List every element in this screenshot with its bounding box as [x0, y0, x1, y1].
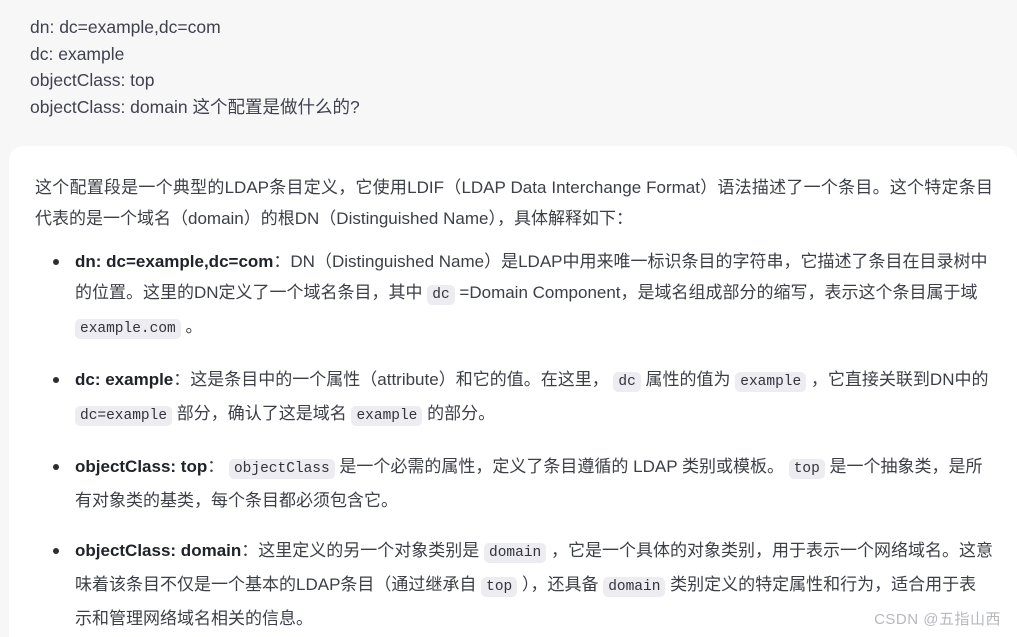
bullet-2-lead: dc: example	[75, 370, 174, 389]
bullet-2-code3: dc=example	[75, 406, 173, 426]
bullet-1-code1: dc	[427, 285, 455, 305]
page-root: dn: dc=example,dc=com dc: example object…	[0, 0, 1017, 637]
list-item: dn: dc=example,dc=com：DN（Distinguished N…	[53, 246, 993, 345]
bullet-2-seg5: 的部分。	[422, 404, 496, 423]
bullet-3-seg1: ：	[207, 457, 229, 476]
answer-intro-paragraph: 这个配置段是一个典型的LDAP条目定义，它使用LDIF（LDAP Data In…	[35, 178, 993, 228]
question-line-4: objectClass: domain 这个配置是做什么的?	[30, 96, 360, 117]
csdn-watermark: CSDN @五指山西	[874, 611, 1001, 628]
bullet-3-code2: top	[788, 459, 825, 479]
bullet-1-seg2: =Domain Component，是域名组成部分的缩写，表示这个条目属于域	[454, 283, 978, 302]
bullet-4-lead: objectClass: domain	[75, 541, 242, 560]
bullet-4-code3: domain	[603, 577, 666, 597]
bullet-4-code1: domain	[484, 543, 547, 563]
bullet-3-seg2: 是一个必需的属性，定义了条目遵循的 LDAP 类别或模板。	[334, 457, 789, 476]
answer-body: 这个配置段是一个典型的LDAP条目定义，它使用LDIF（LDAP Data In…	[35, 172, 993, 634]
bullet-4-seg1: ：这里定义的另一个对象类别是	[241, 541, 484, 560]
bullet-1-code2: example.com	[75, 319, 181, 339]
assistant-answer-card: 这个配置段是一个典型的LDAP条目定义，它使用LDIF（LDAP Data In…	[9, 146, 1017, 637]
bullet-4-seg3: ），还具备	[517, 575, 604, 594]
bullet-2-code4: example	[351, 406, 423, 426]
list-item: objectClass: domain：这里定义的另一个对象类别是 domain…	[53, 535, 993, 634]
bullet-2-code2: example	[735, 372, 807, 392]
bullet-3-lead: objectClass: top	[75, 457, 208, 476]
bullet-2-code1: dc	[613, 372, 641, 392]
bullet-1-lead: dn: dc=example,dc=com	[75, 252, 274, 271]
bullet-2-seg3: ，它直接关联到DN中的	[806, 370, 989, 389]
bullet-1-seg3: 。	[180, 317, 203, 336]
list-item: objectClass: top： objectClass 是一个必需的属性，定…	[53, 451, 993, 516]
bullet-2-seg4: 部分，确认了这是域名	[172, 404, 352, 423]
question-line-2: dc: example	[30, 43, 125, 64]
bullet-2-seg1: ：这是条目中的一个属性（attribute）和它的值。在这里，	[173, 370, 614, 389]
question-line-1: dn: dc=example,dc=com	[30, 17, 221, 37]
bullet-4-code2: top	[481, 577, 518, 597]
list-item: dc: example：这是条目中的一个属性（attribute）和它的值。在这…	[53, 364, 993, 432]
bullet-3-code1: objectClass	[228, 459, 335, 479]
user-question-block: dn: dc=example,dc=com dc: example object…	[0, 0, 1017, 128]
bullet-2-seg2: 属性的值为	[640, 370, 736, 389]
question-line-3: objectClass: top	[30, 70, 155, 90]
answer-bullet-list: dn: dc=example,dc=com：DN（Distinguished N…	[35, 246, 993, 634]
